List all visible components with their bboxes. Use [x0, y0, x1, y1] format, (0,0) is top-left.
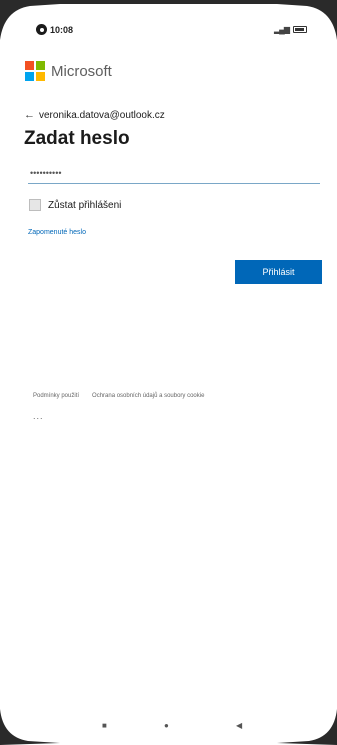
sign-in-button[interactable]: Přihlásit — [235, 260, 322, 284]
battery-icon — [293, 26, 307, 33]
notification-dot-icon — [36, 24, 47, 35]
back-nav-icon[interactable]: ◀ — [236, 721, 242, 730]
signal-icon: ▂▄▆ — [274, 25, 290, 34]
status-time: 10:08 — [50, 24, 74, 35]
logo-blue-square — [25, 72, 34, 81]
system-nav-bar: ■ ● ◀ — [0, 709, 337, 745]
brand-name: Microsoft — [51, 62, 112, 80]
logo-red-square — [25, 61, 34, 70]
status-time-group: 10:08 — [36, 24, 73, 35]
page-title: Zadat heslo — [24, 128, 130, 149]
account-back-row[interactable]: ← veronika.datova@outlook.cz — [24, 109, 165, 121]
account-email: veronika.datova@outlook.cz — [39, 109, 165, 121]
forgot-password-link[interactable]: Zapomenuté heslo — [28, 229, 86, 236]
remember-me-checkbox[interactable] — [29, 199, 41, 211]
logo-yellow-square — [36, 72, 45, 81]
home-icon[interactable]: ● — [164, 721, 169, 730]
logo-green-square — [36, 61, 45, 70]
footer-links: Podmínky použití Ochrana osobních údajů … — [33, 393, 204, 399]
brand-header: Microsoft — [25, 61, 112, 81]
terms-of-use-link[interactable]: Podmínky použití — [33, 393, 79, 399]
remember-me-label[interactable]: Zůstat přihlášeni — [48, 200, 121, 211]
password-field[interactable] — [28, 162, 320, 184]
status-bar: 10:08 ▂▄▆ — [0, 0, 337, 44]
recents-icon[interactable]: ■ — [102, 721, 107, 730]
status-icons: ▂▄▆ — [274, 25, 307, 34]
microsoft-logo-icon — [25, 61, 45, 81]
privacy-cookies-link[interactable]: Ochrana osobních údajů a soubory cookie — [92, 393, 204, 399]
back-arrow-icon[interactable]: ← — [24, 109, 35, 121]
footer-more-options[interactable]: ... — [33, 411, 44, 421]
remember-me-row[interactable]: Zůstat přihlášeni — [29, 199, 121, 211]
